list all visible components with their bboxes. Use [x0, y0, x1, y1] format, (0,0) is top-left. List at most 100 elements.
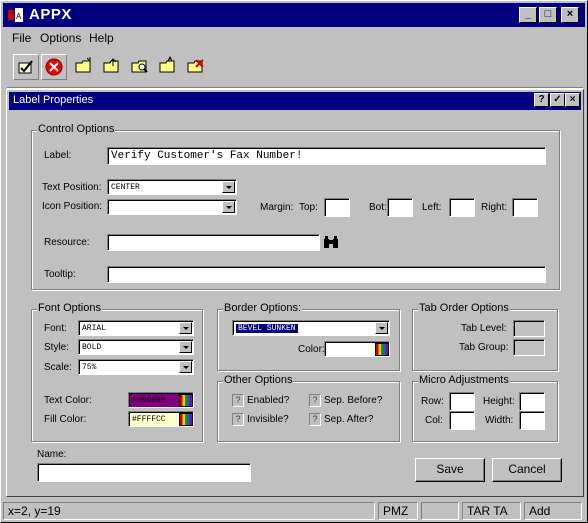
- scale-value: 75%: [82, 363, 97, 372]
- minimize-button[interactable]: _: [519, 7, 537, 23]
- color-picker-icon[interactable]: [179, 413, 193, 426]
- menu-bar: File Options Help: [3, 28, 585, 48]
- text-color-value: #800080: [132, 396, 166, 405]
- status-bar: x=2, y=19 PMZ TAR TA Add: [3, 501, 585, 521]
- name-field[interactable]: [37, 463, 251, 482]
- col-field[interactable]: [449, 411, 475, 430]
- style-value: BOLD: [82, 343, 102, 352]
- text-position-select[interactable]: CENTER: [107, 179, 237, 195]
- chevron-down-icon[interactable]: [222, 201, 235, 213]
- tab-level-label: Tab Level:: [461, 323, 507, 334]
- folder-add-icon: [159, 55, 175, 73]
- ok-button[interactable]: ✓: [550, 93, 565, 107]
- cancel-icon: [45, 58, 63, 76]
- dialog-close-button[interactable]: ×: [565, 93, 580, 107]
- border-style-value: BEVEL SUNKEN: [236, 324, 298, 333]
- height-label: Height:: [483, 396, 515, 407]
- menu-help[interactable]: Help: [89, 31, 114, 45]
- margin-bot-field[interactable]: [387, 198, 413, 217]
- folder-add-button[interactable]: [155, 54, 181, 80]
- cancel-button[interactable]: Cancel: [492, 458, 562, 482]
- margin-left-label: Left:: [422, 202, 442, 213]
- dialog-title-bar[interactable]: Label Properties ? ✓ ×: [9, 92, 581, 110]
- check-button[interactable]: [13, 54, 39, 80]
- status-empty: [421, 502, 459, 520]
- label-label: Label:: [44, 150, 72, 161]
- binoculars-icon[interactable]: [323, 235, 339, 249]
- scale-select[interactable]: 75%: [78, 359, 194, 375]
- border-options-legend: Border Options:: [223, 302, 303, 314]
- color-picker-icon[interactable]: [375, 343, 389, 356]
- font-options-legend: Font Options: [37, 302, 102, 314]
- chevron-down-icon[interactable]: [179, 322, 192, 334]
- status-mode: PMZ: [378, 502, 418, 520]
- width-field[interactable]: [519, 411, 545, 430]
- color-picker-icon[interactable]: [179, 394, 193, 407]
- text-color-label: Text Color:: [44, 395, 92, 406]
- tooltip-field[interactable]: [107, 266, 546, 283]
- style-select[interactable]: BOLD: [78, 339, 194, 355]
- chevron-down-icon[interactable]: [179, 361, 192, 373]
- appx-logo-icon: A: [8, 8, 23, 22]
- menu-file[interactable]: File: [12, 31, 31, 45]
- sep-after-checkbox[interactable]: ?: [309, 413, 321, 426]
- micro-adjustments-legend: Micro Adjustments: [418, 374, 510, 386]
- font-select[interactable]: ARIAL: [78, 320, 194, 336]
- label-field[interactable]: Verify Customer's Fax Number!: [107, 147, 546, 165]
- border-options-group: Border Options:: [217, 302, 400, 371]
- sep-before-label: Sep. Before?: [324, 395, 383, 406]
- cancel-button-toolbar[interactable]: [41, 54, 67, 80]
- tab-group-field[interactable]: [513, 339, 545, 356]
- other-options-group: Other Options: [217, 374, 400, 442]
- sep-before-checkbox[interactable]: ?: [309, 394, 321, 407]
- menu-options[interactable]: Options: [40, 31, 81, 45]
- tab-level-field[interactable]: [513, 320, 545, 337]
- width-label: Width:: [485, 415, 514, 426]
- fill-color-value: #FFFFCC: [132, 415, 166, 424]
- folder-delete-icon: [187, 59, 204, 73]
- border-style-select[interactable]: BEVEL SUNKEN: [232, 320, 390, 336]
- enabled-label: Enabled?: [247, 395, 290, 406]
- toolbar: [3, 49, 585, 85]
- status-tar: TAR TA: [462, 502, 521, 520]
- chevron-down-icon[interactable]: [179, 341, 192, 353]
- status-coordinates: x=2, y=19: [3, 502, 375, 520]
- tab-order-options-legend: Tab Order Options: [418, 302, 510, 314]
- icon-position-select[interactable]: [107, 199, 237, 215]
- save-button[interactable]: Save: [415, 458, 485, 482]
- row-field[interactable]: [449, 392, 475, 411]
- margin-right-field[interactable]: [512, 198, 538, 217]
- invisible-checkbox[interactable]: ?: [232, 413, 244, 426]
- enabled-checkbox[interactable]: ?: [232, 394, 244, 407]
- title-bar[interactable]: A APPX _ □ ×: [3, 3, 585, 27]
- tab-group-label: Tab Group:: [459, 342, 509, 353]
- margin-bot-label: Bot:: [369, 202, 387, 213]
- margin-top-field[interactable]: [324, 198, 350, 217]
- margin-top-label: Top:: [299, 202, 318, 213]
- margin-label: Margin:: [260, 202, 294, 213]
- font-value: ARIAL: [82, 324, 107, 333]
- app-title: APPX: [29, 6, 72, 23]
- font-label: Font:: [44, 323, 67, 334]
- folder-up-icon: [103, 58, 119, 73]
- chevron-down-icon[interactable]: [375, 322, 388, 334]
- check-icon: [18, 60, 33, 74]
- tooltip-label: Tooltip:: [44, 269, 76, 280]
- height-field[interactable]: [519, 392, 545, 411]
- svg-text:A: A: [16, 12, 22, 21]
- control-options-legend: Control Options: [37, 123, 116, 135]
- resource-field[interactable]: [107, 234, 320, 251]
- chevron-down-icon[interactable]: [222, 181, 235, 193]
- scale-label: Scale:: [44, 362, 72, 373]
- folder-search-icon: [131, 60, 148, 73]
- folder-new-button[interactable]: [71, 54, 97, 80]
- margin-left-field[interactable]: [449, 198, 475, 217]
- help-button[interactable]: ?: [534, 93, 549, 107]
- folder-search-button[interactable]: [127, 54, 153, 80]
- folder-delete-button[interactable]: [183, 54, 209, 80]
- folder-up-button[interactable]: [99, 54, 125, 80]
- other-options-legend: Other Options: [223, 374, 294, 386]
- name-label: Name:: [37, 449, 67, 460]
- close-button[interactable]: ×: [561, 7, 579, 23]
- maximize-button[interactable]: □: [539, 7, 557, 23]
